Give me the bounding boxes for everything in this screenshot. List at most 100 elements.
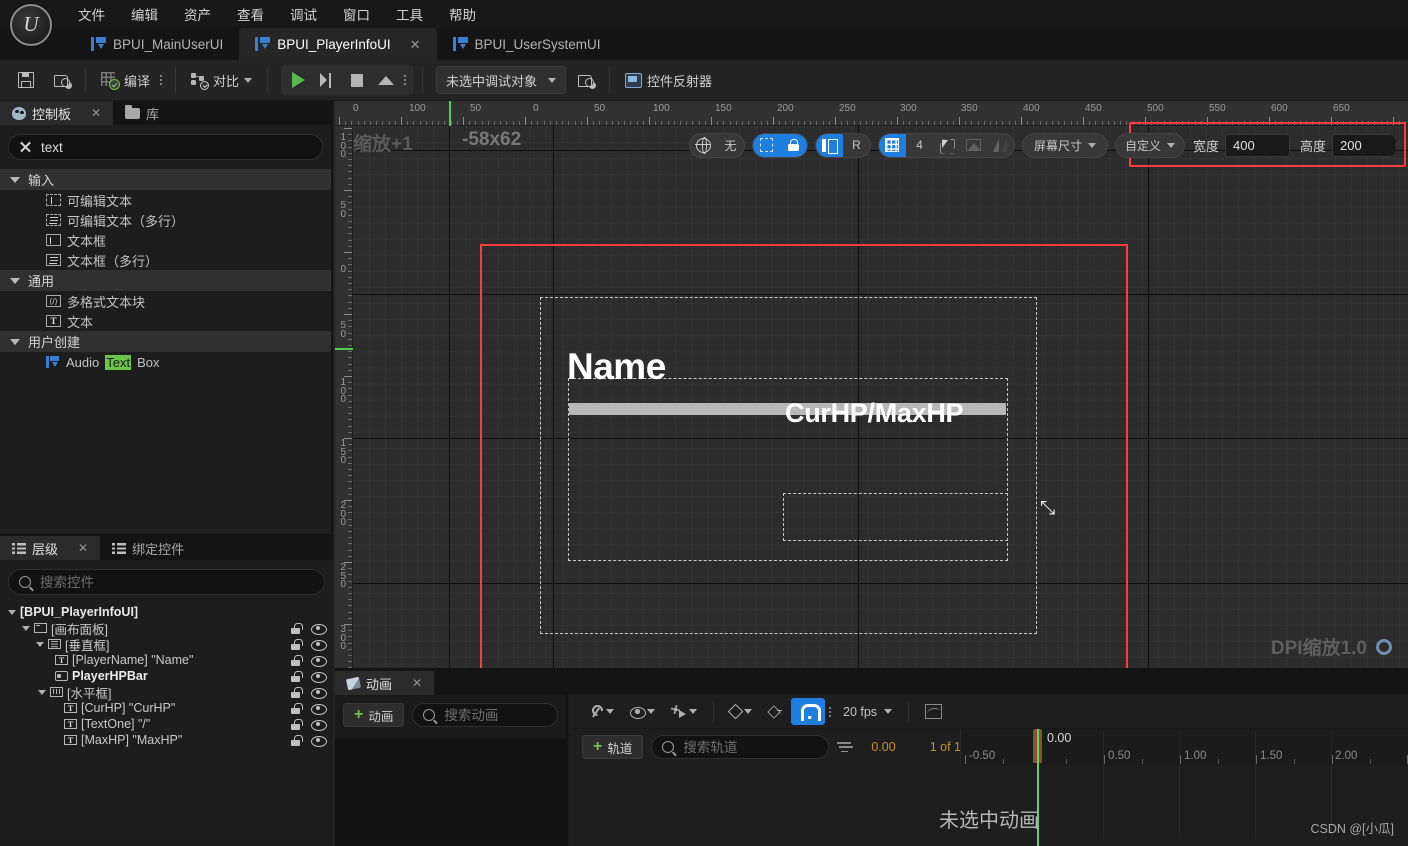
lock-icon[interactable] — [290, 670, 303, 682]
snap-toggle-button[interactable] — [791, 698, 825, 725]
visibility-eye-icon[interactable] — [311, 703, 327, 715]
animation-search-input[interactable] — [444, 707, 547, 723]
auto-key-button[interactable] — [760, 706, 791, 718]
visibility-eye-icon[interactable] — [311, 735, 327, 747]
height-input[interactable]: 200 — [1332, 133, 1397, 157]
grid-snap-toggle[interactable] — [878, 133, 906, 157]
animation-empty-list[interactable] — [335, 738, 568, 846]
anchor-toggle[interactable] — [815, 133, 843, 157]
close-icon[interactable]: ✕ — [78, 541, 88, 555]
custom-size-dropdown[interactable]: 自定义 — [1114, 132, 1185, 158]
debug-object-dropdown[interactable]: 未选中调试对象 — [436, 66, 567, 94]
step-button[interactable] — [313, 66, 342, 94]
clear-search-icon[interactable] — [19, 141, 32, 154]
localization-preview-button[interactable] — [690, 134, 717, 157]
asset-tab-user-system-ui[interactable]: BPUI_UserSystemUI — [437, 28, 617, 60]
menu-item-view[interactable]: 查看 — [224, 0, 277, 28]
visibility-eye-icon[interactable] — [311, 719, 327, 731]
unreal-engine-logo-icon[interactable]: U — [10, 4, 52, 46]
snap-options-button[interactable] — [825, 706, 835, 717]
asset-tab-main-user-ui[interactable]: BPUI_MainUserUI — [75, 28, 239, 60]
stop-button[interactable] — [342, 66, 371, 94]
palette-category-input[interactable]: 输入 — [0, 169, 331, 190]
close-icon[interactable]: ✕ — [412, 676, 422, 690]
preview-player-name-text[interactable]: Name — [567, 346, 666, 388]
visibility-eye-icon[interactable] — [311, 639, 327, 651]
palette-item-text[interactable]: T 文本 — [0, 311, 331, 331]
palette-item-editable-text-multiline[interactable]: 可编辑文本（多行） — [0, 210, 331, 230]
add-animation-button[interactable]: + 动画 — [343, 703, 405, 727]
play-button[interactable] — [284, 66, 313, 94]
browse-button[interactable] — [48, 65, 76, 95]
tree-row-vertical-box[interactable]: [垂直框] — [0, 636, 333, 653]
timeline-ruler[interactable]: -0.50 0.50 1.00 1.50 2.00 0.00 — [960, 729, 1408, 846]
debug-browse-button[interactable] — [572, 65, 600, 95]
compile-button[interactable]: 编译 — [95, 65, 156, 95]
close-icon[interactable]: ✕ — [410, 38, 421, 51]
lock-icon[interactable] — [290, 654, 303, 666]
tab-palette[interactable]: 控制板 ✕ — [0, 101, 114, 125]
curve-editor-button[interactable] — [917, 704, 950, 719]
tree-row-cur-hp[interactable]: T [CurHP] "CurHP" — [0, 700, 333, 716]
dpi-scale-indicator[interactable]: DPI缩放1.0 — [1271, 633, 1392, 660]
palette-item-audio-text-box[interactable]: Audio Text Box — [0, 352, 331, 372]
preview-hp-text[interactable]: CurHP/MaxHP — [785, 398, 964, 429]
menu-item-edit[interactable]: 编辑 — [118, 0, 171, 28]
animation-search-box[interactable] — [412, 703, 558, 727]
image-preview-button[interactable] — [960, 134, 987, 157]
close-icon[interactable]: ✕ — [91, 106, 101, 120]
save-button[interactable] — [12, 65, 40, 95]
track-search-box[interactable] — [651, 735, 830, 759]
menu-item-debug[interactable]: 调试 — [277, 0, 330, 28]
dashed-outline-toggle[interactable] — [752, 133, 780, 157]
hierarchy-search-box[interactable] — [8, 569, 325, 595]
menu-item-help[interactable]: 帮助 — [436, 0, 489, 28]
lock-icon[interactable] — [290, 734, 303, 746]
grid-size-value[interactable]: 4 — [906, 134, 933, 157]
hierarchy-search-input[interactable] — [40, 574, 314, 590]
play-options-button[interactable] — [400, 75, 410, 85]
horizontal-ruler[interactable]: 0 100 50 0 50 100 150 200 250 300 350 40… — [335, 101, 1408, 126]
filter-icon[interactable] — [837, 742, 852, 753]
chevron-down-icon[interactable] — [8, 609, 16, 615]
localization-value[interactable]: 无 — [717, 134, 744, 157]
eject-button[interactable] — [371, 66, 400, 94]
tree-row-player-hp-bar[interactable]: PlayerHPBar — [0, 668, 333, 684]
fps-dropdown[interactable]: 20 fps — [835, 705, 900, 719]
sequencer-options-button[interactable] — [582, 705, 622, 718]
palette-item-text-box[interactable]: 文本框 — [0, 230, 331, 250]
chevron-down-icon[interactable] — [38, 689, 46, 695]
designer-viewport[interactable]: 0 100 50 0 50 100 150 200 250 300 350 40… — [335, 101, 1408, 668]
lock-icon[interactable] — [290, 686, 303, 698]
palette-search-box[interactable] — [8, 134, 323, 160]
chevron-down-icon[interactable] — [22, 625, 30, 631]
tree-row-player-name[interactable]: T [PlayerName] "Name" — [0, 652, 333, 668]
tree-row-horizontal-box[interactable]: [水平框] — [0, 684, 333, 701]
menu-item-assets[interactable]: 资产 — [171, 0, 224, 28]
selection-tool-button[interactable] — [933, 134, 960, 157]
add-track-button[interactable]: + 轨道 — [582, 735, 644, 759]
visibility-eye-icon[interactable] — [311, 687, 327, 699]
resize-handle-icon[interactable]: ⤡ — [1040, 498, 1055, 520]
sequencer-visibility-button[interactable] — [622, 706, 663, 719]
vertical-ruler[interactable]: 100 50 0 50 100 150 200 250 300 — [335, 126, 353, 668]
palette-item-text-box-multiline[interactable]: 文本框（多行） — [0, 250, 331, 270]
gear-icon[interactable] — [1376, 638, 1392, 655]
tab-bound-widgets[interactable]: 绑定控件 — [100, 536, 196, 560]
visibility-eye-icon[interactable] — [311, 623, 327, 635]
width-input[interactable]: 400 — [1224, 133, 1290, 157]
tree-row-max-hp[interactable]: T [MaxHP] "MaxHP" — [0, 732, 333, 748]
visibility-eye-icon[interactable] — [311, 655, 327, 667]
palette-category-user-created[interactable]: 用户创建 — [0, 331, 331, 352]
tree-row-canvas-panel[interactable]: [画布面板] — [0, 620, 333, 637]
palette-item-editable-text[interactable]: 可编辑文本 — [0, 190, 331, 210]
visibility-eye-icon[interactable] — [311, 671, 327, 683]
current-time-value[interactable]: 0.00 — [871, 740, 895, 754]
lock-icon[interactable] — [290, 718, 303, 730]
tab-animations[interactable]: 动画 ✕ — [335, 671, 435, 695]
tab-library[interactable]: 库 — [113, 101, 171, 125]
diff-button[interactable]: 对比 — [185, 65, 258, 95]
palette-item-rich-text-block[interactable]: ⟨/⟩ 多格式文本块 — [0, 291, 331, 311]
screen-size-dropdown[interactable]: 屏幕尺寸 — [1023, 134, 1107, 157]
compile-options-button[interactable] — [156, 75, 166, 85]
